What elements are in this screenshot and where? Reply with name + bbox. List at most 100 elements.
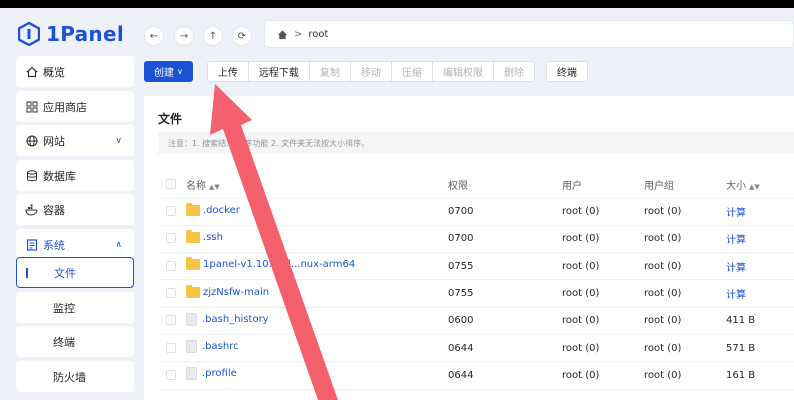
- row-checkbox[interactable]: [166, 233, 176, 244]
- folder-icon: [186, 202, 200, 216]
- grid-icon: [25, 100, 38, 113]
- move-button[interactable]: 移动: [349, 61, 391, 81]
- table-row[interactable]: .docker 0700 root (0) root (0) 计算: [158, 198, 794, 226]
- remote-download-button[interactable]: 远程下载: [247, 61, 309, 81]
- file-table: 名称 ▲▼ 权限 用户 用户组 大小 ▲▼ .docker 0700 root (0) r…: [158, 171, 794, 390]
- back-button[interactable]: ←: [144, 26, 164, 46]
- row-checkbox[interactable]: [166, 315, 176, 326]
- folder-icon: [186, 229, 200, 243]
- edit-permission-button[interactable]: 编辑权限: [431, 61, 493, 81]
- sidebar-item-database[interactable]: 数据库: [16, 160, 134, 191]
- table-row[interactable]: 1panel-v1.10.21-l...nux-arm64 0755 root (0…: [158, 252, 794, 281]
- file-size[interactable]: 计算: [726, 198, 794, 226]
- sidebar-item-label: 网站: [43, 134, 65, 148]
- path-segment[interactable]: root: [308, 29, 328, 40]
- sidebar-subitem-monitor[interactable]: 监控: [16, 292, 134, 323]
- chevron-up-icon: ∧: [115, 239, 122, 250]
- sidebar-subitem-firewall[interactable]: 防火墙: [16, 361, 134, 392]
- globe-icon: [25, 134, 38, 147]
- file-group: root (0): [644, 361, 726, 390]
- table-row[interactable]: .ssh 0700 root (0) root (0) 计算: [158, 225, 794, 254]
- file-list-card: 文件 注意：1. 搜索结... 排序功能 2. 文件夹无法按大小排序。 名称 ▲▼…: [144, 96, 794, 400]
- table-row[interactable]: zjzNsfw-main 0755 root (0) root (0) 计算: [158, 279, 794, 308]
- file-group: root (0): [644, 225, 726, 254]
- file-permission: 0644: [448, 361, 562, 390]
- up-button[interactable]: ↑: [203, 26, 223, 46]
- sort-icon[interactable]: ▲▼: [209, 183, 220, 191]
- file-user: root (0): [562, 198, 644, 226]
- col-group: 用户组: [644, 171, 726, 199]
- home-icon[interactable]: [277, 29, 288, 40]
- forward-button[interactable]: →: [174, 26, 194, 46]
- file-action-group: 上传 远程下载 复制 移动 压缩 编辑权限 删除: [206, 60, 535, 82]
- file-group: root (0): [644, 307, 726, 335]
- folder-icon: [186, 257, 200, 271]
- create-label: 创建: [154, 67, 174, 79]
- file-name-link[interactable]: .bash_history: [186, 312, 269, 326]
- file-name: 1panel-v1.10.21-l...nux-arm64: [203, 259, 356, 271]
- sidebar-subitem-label: 终端: [53, 335, 75, 349]
- logo-hexagon-icon: [18, 22, 40, 46]
- file-name-link[interactable]: .docker: [186, 202, 240, 216]
- file-name-link[interactable]: .bashrc: [186, 340, 239, 354]
- file-name: .bashrc: [202, 341, 239, 353]
- col-size[interactable]: 大小 ▲▼: [726, 171, 794, 199]
- sidebar-item-app-store[interactable]: 应用商店: [16, 91, 134, 122]
- sidebar-item-label: 概览: [43, 65, 65, 79]
- toolbar: 创建 ∨ 上传 远程下载 复制 移动 压缩 编辑权限 删除 终端: [144, 60, 588, 82]
- path-breadcrumb[interactable]: > root: [264, 20, 794, 48]
- file-user: root (0): [562, 252, 644, 281]
- create-button[interactable]: 创建 ∨: [144, 60, 193, 82]
- sidebar-item-container[interactable]: 容器: [16, 194, 134, 225]
- container-icon: [25, 203, 38, 216]
- row-checkbox[interactable]: [166, 288, 176, 299]
- table-row[interactable]: .bashrc 0644 root (0) root (0) 571 B: [158, 334, 794, 363]
- row-checkbox[interactable]: [166, 260, 176, 271]
- refresh-button[interactable]: ⟳: [232, 26, 252, 46]
- chevron-right-icon: >: [294, 28, 303, 40]
- table-row[interactable]: .profile 0644 root (0) root (0) 161 B: [158, 361, 794, 390]
- file-permission: 0700: [448, 198, 562, 226]
- sidebar-item-label: 系统: [43, 238, 65, 252]
- sidebar-subitem-files[interactable]: 文件: [16, 257, 134, 288]
- row-checkbox[interactable]: [166, 342, 176, 353]
- file-name-link[interactable]: zjzNsfw-main: [186, 284, 269, 298]
- row-checkbox[interactable]: [166, 369, 176, 380]
- file-permission: 0755: [448, 279, 562, 308]
- file-size: 411 B: [726, 307, 794, 335]
- upload-button[interactable]: 上传: [208, 62, 248, 81]
- terminal-button[interactable]: 终端: [545, 60, 588, 82]
- col-user: 用户: [562, 171, 644, 199]
- file-name-link[interactable]: .profile: [186, 367, 237, 381]
- file-name-link[interactable]: 1panel-v1.10.21-l...nux-arm64: [186, 257, 356, 271]
- file-size[interactable]: 计算: [726, 225, 794, 254]
- sort-icon[interactable]: ▲▼: [749, 183, 760, 191]
- sidebar-item-system[interactable]: 系统 ∧: [16, 229, 134, 260]
- col-name[interactable]: 名称 ▲▼: [186, 171, 448, 199]
- logo[interactable]: 1Panel: [18, 16, 124, 52]
- delete-button[interactable]: 删除: [492, 61, 534, 81]
- active-indicator: [26, 268, 28, 278]
- table-row[interactable]: .bash_history 0600 root (0) root (0) 411 B: [158, 307, 794, 335]
- file-size[interactable]: 计算: [726, 252, 794, 281]
- file-size[interactable]: 计算: [726, 279, 794, 308]
- file-user: root (0): [562, 307, 644, 335]
- file-group: root (0): [644, 279, 726, 308]
- file-name: .bash_history: [202, 313, 269, 325]
- file-size: 571 B: [726, 334, 794, 363]
- file-name-link[interactable]: .ssh: [186, 229, 223, 243]
- sidebar-subitem-label: 监控: [53, 301, 75, 315]
- file-user: root (0): [562, 334, 644, 363]
- home-icon: [25, 65, 38, 78]
- row-checkbox[interactable]: [166, 206, 176, 217]
- database-icon: [25, 169, 38, 182]
- select-all-checkbox[interactable]: [166, 178, 176, 189]
- copy-button[interactable]: 复制: [308, 61, 350, 81]
- sidebar-item-overview[interactable]: 概览: [16, 56, 134, 87]
- app-window: 1Panel 概览 应用商店 网站 ∨ 数据库 容器 系统 ∧ 文件 监控 终端…: [0, 0, 794, 400]
- sidebar-item-website[interactable]: 网站 ∨: [16, 125, 134, 156]
- system-icon: [25, 238, 38, 251]
- notice-banner: 注意：1. 搜索结... 排序功能 2. 文件夹无法按大小排序。: [158, 132, 794, 154]
- compress-button[interactable]: 压缩: [390, 61, 432, 81]
- sidebar-subitem-terminal[interactable]: 终端: [16, 326, 134, 357]
